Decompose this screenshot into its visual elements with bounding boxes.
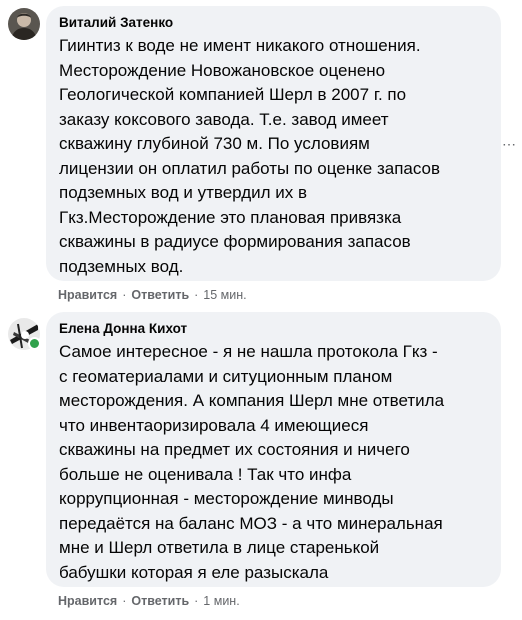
- reply-button[interactable]: Ответить: [131, 594, 189, 608]
- more-options-icon: ⋯: [502, 135, 516, 152]
- online-status-indicator: [28, 337, 41, 350]
- comment-actions: Нравится · Ответить · 15 мин.: [58, 287, 247, 303]
- comment-bubble: Виталий Затенко Гиинтиз к воде не имент …: [46, 6, 501, 281]
- comment-text: Самое интересное - я не нашла протокола …: [59, 342, 445, 582]
- comment-author[interactable]: Елена Донна Кихот: [59, 320, 488, 337]
- comment-actions: Нравится · Ответить · 1 мин.: [58, 593, 240, 609]
- profile-photo-icon: [8, 8, 40, 40]
- comment-author[interactable]: Виталий Затенко: [59, 14, 488, 31]
- comment-timestamp[interactable]: 1 мин.: [203, 594, 239, 608]
- like-button[interactable]: Нравится: [58, 594, 117, 608]
- separator: ·: [194, 288, 199, 302]
- comment-bubble: Елена Донна Кихот Самое интересное - я н…: [46, 312, 501, 587]
- like-button[interactable]: Нравится: [58, 288, 117, 302]
- separator: ·: [194, 594, 199, 608]
- separator: ·: [122, 594, 127, 608]
- reply-button[interactable]: Ответить: [131, 288, 189, 302]
- avatar[interactable]: [8, 8, 40, 40]
- comment-timestamp[interactable]: 15 мин.: [203, 288, 246, 302]
- more-options-button[interactable]: ⋯: [500, 135, 518, 153]
- separator: ·: [122, 288, 127, 302]
- comment-text: Гиинтиз к воде не имент никакого отношен…: [59, 36, 441, 276]
